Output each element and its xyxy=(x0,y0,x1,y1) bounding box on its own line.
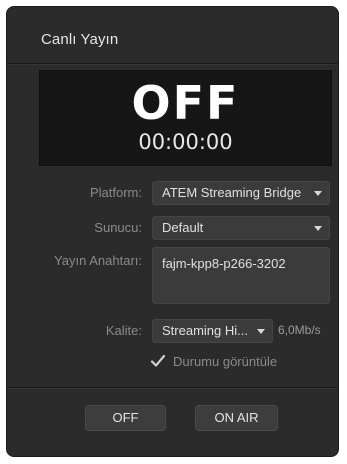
quality-value: Streaming Hi... xyxy=(162,323,248,338)
quality-label: Kalite: xyxy=(105,323,142,338)
server-label: Sunucu: xyxy=(94,220,142,235)
panel-title: Canlı Yayın xyxy=(41,31,119,48)
chevron-down-icon xyxy=(314,191,322,196)
status-display: OFF 00:00:00 xyxy=(39,70,332,166)
stream-key-field[interactable]: fajm-kpp8-p266-3202 xyxy=(152,247,330,304)
bottom-divider xyxy=(7,387,338,388)
bitrate-text: 6,0Mb/s xyxy=(278,323,321,337)
stream-timer: 00:00:00 xyxy=(138,130,233,154)
platform-value: ATEM Streaming Bridge xyxy=(162,185,302,200)
on-air-button[interactable]: ON AIR xyxy=(195,405,278,431)
server-value: Default xyxy=(162,220,204,235)
stream-status-text: OFF xyxy=(131,76,240,130)
stream-key-value: fajm-kpp8-p266-3202 xyxy=(162,256,286,271)
show-status-label: Durumu görüntüle xyxy=(173,353,278,369)
quality-dropdown[interactable]: Streaming Hi... xyxy=(152,319,273,343)
stream-key-label: Yayın Anahtarı: xyxy=(54,253,142,268)
show-status-checkbox[interactable]: Durumu görüntüle xyxy=(150,351,277,371)
platform-label: Platform: xyxy=(89,185,142,200)
platform-dropdown[interactable]: ATEM Streaming Bridge xyxy=(152,181,330,205)
server-dropdown[interactable]: Default xyxy=(152,216,330,240)
chevron-down-icon xyxy=(257,329,265,334)
off-button[interactable]: OFF xyxy=(85,405,166,431)
live-stream-panel: Canlı Yayın OFF 00:00:00 Platform: ATEM … xyxy=(6,6,339,457)
title-divider xyxy=(7,63,338,64)
checkmark-icon xyxy=(150,354,166,367)
chevron-down-icon xyxy=(314,226,322,231)
